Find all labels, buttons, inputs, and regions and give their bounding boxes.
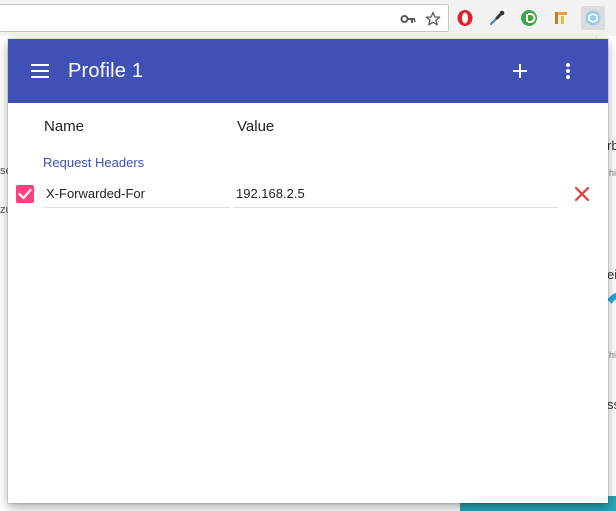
address-bar[interactable]: [0, 4, 449, 32]
background-text: ss: [607, 397, 616, 412]
request-header-row: [8, 177, 608, 211]
modheader-icon[interactable]: [581, 6, 605, 30]
background-text: hi: [609, 168, 616, 178]
modheader-popup: Profile 1 Name Value Request Headers: [8, 39, 608, 503]
star-icon[interactable]: [425, 11, 441, 27]
bar-icon[interactable]: [551, 8, 571, 28]
close-icon[interactable]: [572, 184, 592, 204]
background-text: rb: [607, 138, 616, 153]
eyedropper-icon[interactable]: [487, 8, 507, 28]
value-column-header: Value: [237, 118, 275, 135]
header-value-input[interactable]: [233, 179, 558, 208]
background-text: ei: [607, 267, 616, 282]
header-name-input[interactable]: [43, 179, 230, 208]
app-bar: Profile 1: [8, 39, 608, 103]
green-circle-icon[interactable]: [519, 8, 539, 28]
key-icon[interactable]: [400, 11, 416, 27]
request-headers-title[interactable]: Request Headers: [43, 155, 144, 171]
profile-title: Profile 1: [68, 60, 144, 82]
menu-icon[interactable]: [28, 59, 52, 83]
opera-icon[interactable]: [455, 8, 475, 28]
browser-toolbar: [0, 0, 616, 36]
name-column-header: Name: [44, 118, 85, 135]
header-enabled-checkbox[interactable]: [16, 185, 34, 203]
add-icon[interactable]: [508, 59, 532, 83]
more-vert-icon[interactable]: [556, 59, 580, 83]
